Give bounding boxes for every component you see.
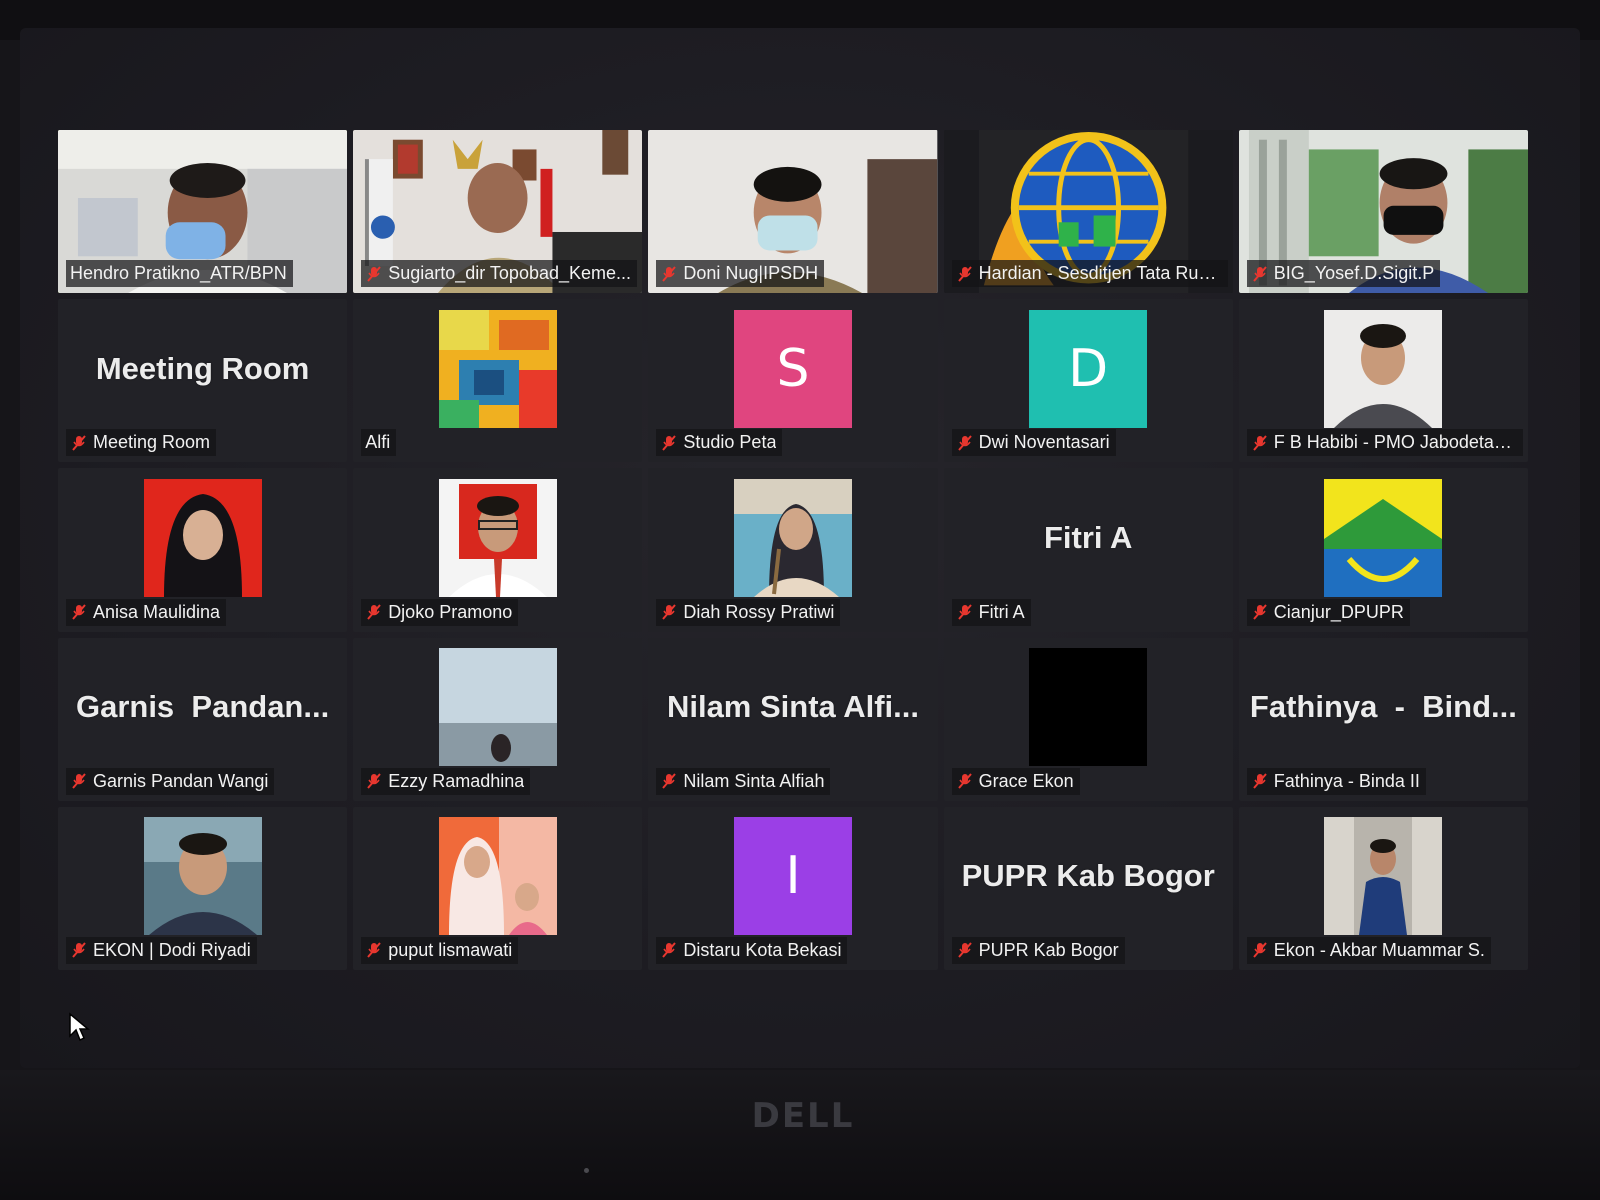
profile-picture: [143, 817, 262, 936]
participant-display-name: Nilam Sinta Alfi...: [666, 689, 920, 725]
participant-tile-nilam[interactable]: Nilam Sinta Alfi... Nilam Sinta Alfiah: [648, 637, 938, 801]
participant-name-label: Doni Nug|IPSDH: [656, 260, 825, 288]
mic-muted-icon: [957, 604, 972, 620]
participant-tile-grace-ekon[interactable]: Grace Ekon: [943, 637, 1233, 801]
participant-tile-alfi[interactable]: Alfi: [353, 299, 643, 463]
participant-name-label: Meeting Room: [66, 429, 217, 457]
participant-tile-distaru-bekasi[interactable]: I Distaru Kota Bekasi: [648, 806, 938, 970]
participant-display-name: Fitri A: [1043, 519, 1133, 555]
participant-name-label: Nilam Sinta Alfiah: [656, 767, 831, 795]
participant-tile-hendro[interactable]: Hendro Pratikno_ATR/BPN: [58, 130, 348, 294]
participant-tile-dodi-riyadi[interactable]: EKON | Dodi Riyadi: [58, 806, 348, 970]
avatar-letter-tile: D: [1029, 309, 1148, 428]
avatar-letter-tile: I: [733, 817, 852, 936]
participant-tile-anisa[interactable]: Anisa Maulidina: [58, 468, 348, 632]
participant-name-label: Grace Ekon: [951, 767, 1080, 795]
participant-display-name: Garnis Pandan...: [75, 689, 330, 725]
participant-display-name: PUPR Kab Bogor: [961, 858, 1215, 894]
profile-picture: [733, 478, 852, 597]
profile-picture: [438, 309, 557, 428]
monitor-bezel-bottom: DELL: [0, 1070, 1600, 1200]
participant-tile-fitri[interactable]: Fitri A Fitri A: [943, 468, 1233, 632]
mic-muted-icon: [662, 266, 677, 282]
participant-tile-pupr-bogor[interactable]: PUPR Kab Bogor PUPR Kab Bogor: [943, 806, 1233, 970]
profile-picture: [1029, 648, 1148, 767]
participant-tile-diah[interactable]: Diah Rossy Pratiwi: [648, 468, 938, 632]
mouse-pointer-icon: [69, 1012, 90, 1042]
mic-muted-icon: [1253, 773, 1267, 789]
participant-name-label: Ekon - Akbar Muammar S.: [1246, 936, 1491, 964]
participant-tile-doni[interactable]: Doni Nug|IPSDH: [648, 130, 938, 294]
participant-name-label: Hardian - Sesditjen Tata Rua...: [951, 260, 1228, 288]
participant-name-label: F B Habibi - PMO Jabodetab...: [1246, 429, 1523, 457]
participant-name-label: BIG_Yosef.D.Sigit.P: [1246, 260, 1441, 288]
mic-muted-icon: [1253, 266, 1267, 282]
participant-tile-hardian[interactable]: Hardian - Sesditjen Tata Rua...: [943, 130, 1233, 294]
mic-muted-icon: [957, 773, 972, 789]
participant-tile-puput[interactable]: puput lismawati: [353, 806, 643, 970]
participant-name-label: Studio Peta: [656, 429, 783, 457]
profile-picture: [438, 817, 557, 936]
mic-muted-icon: [367, 266, 381, 282]
mic-muted-icon: [367, 773, 381, 789]
participant-name-label: Alfi: [361, 429, 397, 457]
participant-name-label: Fitri A: [951, 598, 1031, 626]
dell-logo: DELL: [751, 1096, 855, 1136]
participant-gallery: Hendro Pratikno_ATR/BPN Sugiarto_dir Top…: [58, 130, 1528, 970]
participant-tile-garnis[interactable]: Garnis Pandan... Garnis Pandan Wangi: [58, 637, 348, 801]
participant-name-label: Diah Rossy Pratiwi: [656, 598, 841, 626]
mic-muted-icon: [367, 942, 381, 959]
participant-tile-studio-peta[interactable]: S Studio Peta: [648, 299, 938, 463]
participant-name-label: Cianjur_DPUPR: [1246, 598, 1410, 626]
participant-display-name: Fathinya - Bind...: [1249, 689, 1517, 725]
profile-picture: [1324, 817, 1443, 936]
participant-name-label: EKON | Dodi Riyadi: [66, 936, 257, 964]
mic-muted-icon: [72, 435, 86, 451]
participant-name-label: Hendro Pratikno_ATR/BPN: [66, 260, 293, 288]
power-led: [584, 1168, 589, 1173]
participant-tile-djoko[interactable]: Djoko Pramono: [353, 468, 643, 632]
mic-muted-icon: [662, 773, 677, 789]
participant-name-label: Dwi Noventasari: [951, 429, 1116, 457]
mic-muted-icon: [1253, 942, 1267, 959]
mic-muted-icon: [662, 942, 677, 959]
mic-muted-icon: [662, 604, 677, 620]
participant-tile-meeting-room[interactable]: Meeting Room Meeting Room: [58, 299, 348, 463]
mic-muted-icon: [367, 604, 381, 620]
participant-tile-fathinya[interactable]: Fathinya - Bind... Fathinya - Binda II: [1238, 637, 1528, 801]
mic-muted-icon: [72, 773, 86, 789]
mic-muted-icon: [1253, 435, 1267, 451]
participant-name-label: puput lismawati: [361, 936, 519, 964]
participant-name-label: Djoko Pramono: [361, 598, 519, 626]
participant-tile-sugiarto[interactable]: Sugiarto_dir Topobad_Keme...: [353, 130, 643, 294]
mic-muted-icon: [1253, 604, 1267, 620]
participant-display-name: Meeting Room: [95, 350, 310, 386]
mic-muted-icon: [957, 435, 972, 451]
participant-tile-akbar[interactable]: Ekon - Akbar Muammar S.: [1238, 806, 1528, 970]
participant-name-label: Ezzy Ramadhina: [361, 767, 531, 795]
participant-tile-cianjur[interactable]: Cianjur_DPUPR: [1238, 468, 1528, 632]
profile-picture: [1324, 309, 1443, 428]
participant-name-label: Distaru Kota Bekasi: [656, 936, 848, 964]
participant-name-label: Sugiarto_dir Topobad_Keme...: [361, 260, 638, 288]
mic-muted-icon: [957, 266, 972, 282]
mic-muted-icon: [957, 942, 972, 959]
participant-name-label: Garnis Pandan Wangi: [66, 767, 275, 795]
participant-tile-ezzy[interactable]: Ezzy Ramadhina: [353, 637, 643, 801]
participant-tile-fb-habibi[interactable]: F B Habibi - PMO Jabodetab...: [1238, 299, 1528, 463]
participant-tile-big-yosef[interactable]: BIG_Yosef.D.Sigit.P: [1238, 130, 1528, 294]
participant-name-label: PUPR Kab Bogor: [951, 936, 1125, 964]
regional-emblem-image: [1324, 478, 1443, 597]
mic-muted-icon: [662, 435, 677, 451]
mic-muted-icon: [72, 942, 86, 959]
profile-picture: [438, 478, 557, 597]
profile-picture: [438, 648, 557, 767]
participant-name-label: Anisa Maulidina: [66, 598, 227, 626]
avatar-letter-tile: S: [733, 309, 852, 428]
participant-name-label: Fathinya - Binda II: [1246, 767, 1426, 795]
profile-picture: [143, 478, 262, 597]
participant-tile-dwi-noventasari[interactable]: D Dwi Noventasari: [943, 299, 1233, 463]
mic-muted-icon: [72, 604, 86, 620]
